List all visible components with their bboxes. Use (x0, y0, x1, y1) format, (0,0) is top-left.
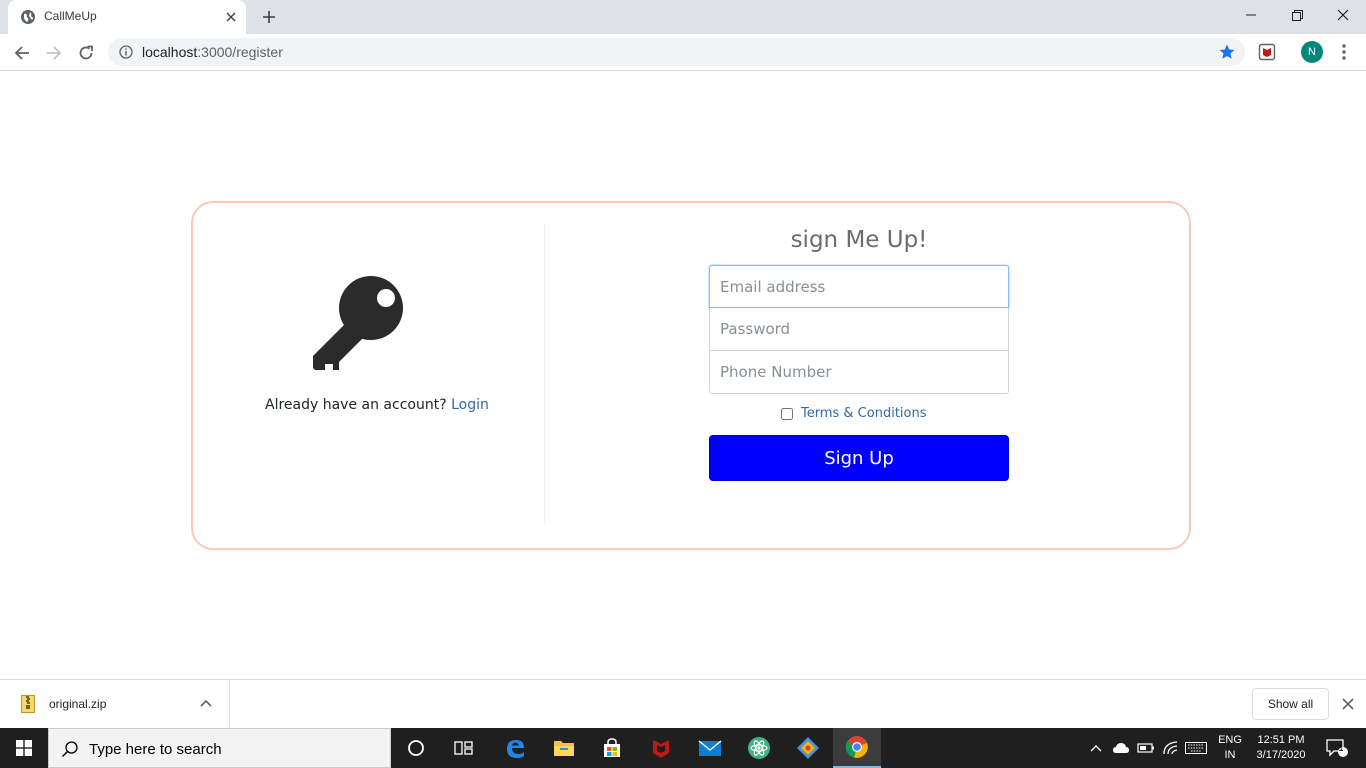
profile-avatar[interactable]: N (1301, 41, 1323, 63)
language-indicator[interactable]: ENG IN (1213, 733, 1247, 763)
download-item[interactable]: original.zip (0, 680, 230, 728)
region-code: IN (1224, 749, 1236, 761)
sign-up-button[interactable]: Sign Up (709, 435, 1009, 481)
more-menu-icon[interactable] (1336, 43, 1352, 61)
url-path: :3000/register (197, 44, 283, 60)
login-prompt: Already have an account? Login (265, 397, 489, 413)
mcafee-icon[interactable] (637, 728, 685, 768)
email-field[interactable] (709, 265, 1009, 308)
terms-link[interactable]: Terms & Conditions (801, 406, 927, 421)
url-text: localhost:3000/register (142, 44, 283, 60)
tab-title: CallMeUp (44, 9, 97, 23)
restore-icon[interactable] (1274, 0, 1320, 30)
browser-toolbar: localhost:3000/register N (0, 34, 1366, 71)
bookmark-star-icon[interactable] (1218, 43, 1236, 61)
onedrive-icon[interactable] (1111, 728, 1131, 768)
wifi-icon[interactable] (1161, 728, 1181, 768)
globe-icon (21, 10, 35, 24)
terms-row: Terms & Conditions (781, 406, 927, 421)
microsoft-store-icon[interactable] (588, 728, 636, 768)
url-host: localhost (142, 44, 198, 60)
windows-start-icon[interactable] (0, 728, 48, 768)
minimize-icon[interactable] (1228, 0, 1274, 30)
mcafee-extension-icon[interactable] (1258, 43, 1276, 61)
info-icon[interactable] (119, 45, 133, 59)
clock-date: 3/17/2020 (1256, 749, 1306, 761)
close-window-icon[interactable] (1320, 0, 1366, 30)
file-explorer-icon[interactable] (540, 728, 588, 768)
show-all-button[interactable]: Show all (1252, 688, 1329, 720)
download-bar: original.zip Show all (0, 679, 1366, 728)
browser-tab[interactable]: CallMeUp (8, 0, 246, 34)
cortana-icon[interactable] (392, 728, 440, 768)
search-icon (61, 741, 78, 758)
chevron-up-tray-icon[interactable] (1088, 728, 1104, 768)
key-icon (313, 276, 403, 370)
task-view-icon[interactable] (440, 728, 488, 768)
chrome-icon[interactable] (833, 728, 881, 768)
download-file-name: original.zip (49, 697, 107, 711)
column-divider (544, 223, 545, 524)
reload-icon[interactable] (74, 41, 98, 65)
clock-time: 12:51 PM (1257, 734, 1305, 746)
search-placeholder: Type here to search (89, 741, 222, 758)
language-code: ENG (1218, 734, 1242, 746)
terms-checkbox[interactable] (781, 407, 793, 420)
atom-editor-icon[interactable] (735, 728, 783, 768)
taskbar-search-box[interactable]: Type here to search (48, 728, 391, 768)
mail-icon[interactable] (686, 728, 734, 768)
address-bar[interactable]: localhost:3000/register (108, 38, 1245, 66)
keyboard-icon[interactable] (1184, 728, 1208, 768)
forward-arrow-icon[interactable] (42, 41, 66, 65)
form-title: sign Me Up! (790, 227, 928, 253)
signup-card: Already have an account? Login sign Me U… (191, 201, 1191, 550)
login-link[interactable]: Login (451, 397, 489, 413)
password-field[interactable] (709, 308, 1009, 351)
notification-count: 1 (1338, 743, 1344, 753)
back-arrow-icon[interactable] (10, 41, 34, 65)
taskbar-clock[interactable]: 12:51 PM 3/17/2020 (1250, 733, 1312, 763)
close-download-bar-icon[interactable] (1339, 695, 1357, 713)
phone-number-field[interactable] (709, 351, 1009, 394)
edge-browser-icon[interactable] (491, 728, 539, 768)
chevron-up-icon[interactable] (199, 697, 213, 711)
already-have-account-text: Already have an account? (265, 397, 447, 413)
windows-taskbar: Type here to search ENG IN 12:51 PM 3/17… (0, 728, 1366, 768)
new-tab-icon[interactable] (259, 7, 279, 27)
git-kraken-icon[interactable] (784, 728, 832, 768)
zip-file-icon (21, 695, 35, 713)
close-tab-icon[interactable] (222, 8, 240, 26)
tab-strip: CallMeUp (0, 0, 1366, 34)
page-viewport: Already have an account? Login sign Me U… (0, 71, 1366, 679)
battery-icon[interactable] (1136, 728, 1156, 768)
